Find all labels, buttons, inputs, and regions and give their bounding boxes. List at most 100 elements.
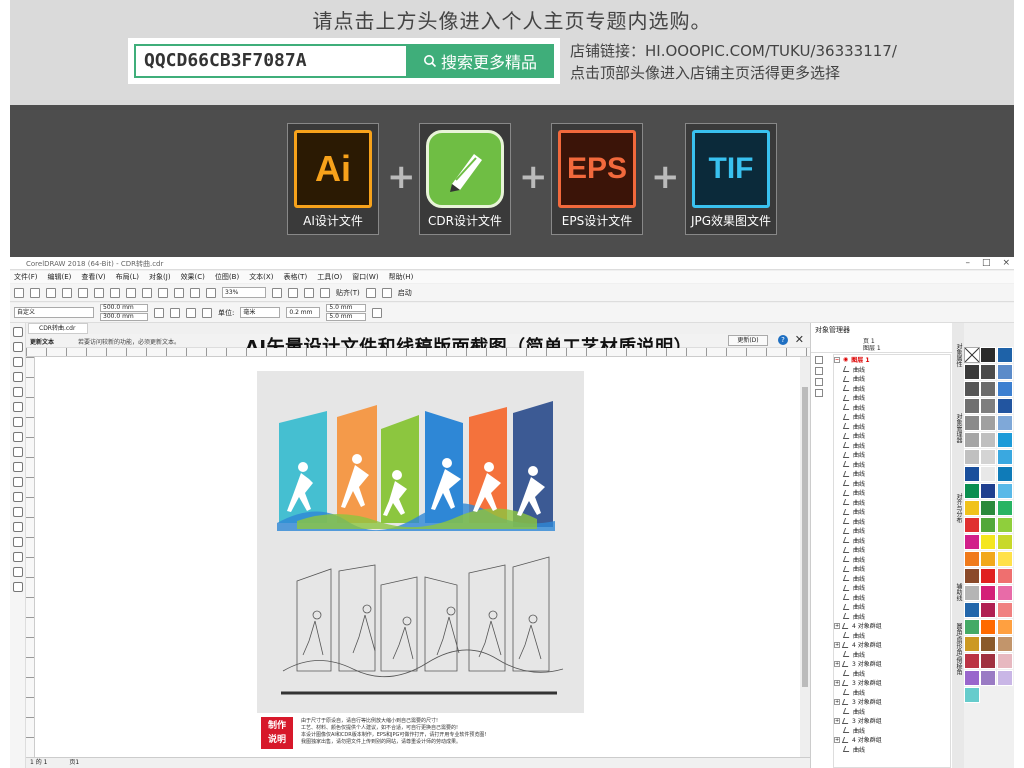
- eyedropper-icon[interactable]: [13, 537, 23, 547]
- new-master-layer-icon[interactable]: [815, 378, 823, 386]
- color-swatch[interactable]: [964, 619, 980, 635]
- maximize-icon[interactable]: □: [982, 258, 991, 268]
- color-swatch[interactable]: [964, 687, 980, 703]
- pick-tool-icon[interactable]: [13, 327, 23, 337]
- menu-item[interactable]: 效果(C): [181, 272, 205, 282]
- color-swatch[interactable]: [980, 483, 996, 499]
- curve-row[interactable]: 曲线: [834, 479, 950, 489]
- curve-row[interactable]: 曲线: [834, 374, 950, 384]
- curve-row[interactable]: 曲线: [834, 412, 950, 422]
- undo-icon[interactable]: [126, 287, 136, 298]
- curve-row[interactable]: 曲线: [834, 688, 950, 698]
- duplicate-x-field[interactable]: 5.0 mm: [326, 304, 367, 312]
- expand-icon[interactable]: +: [834, 622, 840, 629]
- color-swatch[interactable]: [964, 364, 980, 380]
- color-swatch[interactable]: [980, 500, 996, 516]
- color-swatch[interactable]: [997, 585, 1013, 601]
- curve-row[interactable]: 曲线: [834, 526, 950, 536]
- curve-row[interactable]: 曲线: [834, 707, 950, 717]
- nudge-distance-field[interactable]: 0.2 mm: [286, 307, 321, 318]
- curve-row[interactable]: 曲线: [834, 564, 950, 574]
- rulers-icon[interactable]: [288, 287, 298, 298]
- menu-item[interactable]: 文本(X): [249, 272, 273, 282]
- page-width-field[interactable]: 500.0 mm: [100, 304, 148, 312]
- eye-icon[interactable]: ◉: [843, 356, 848, 363]
- ellipse-tool-icon[interactable]: [13, 432, 23, 442]
- layer-row[interactable]: − ◉ 图层 1: [834, 355, 950, 365]
- copy-icon[interactable]: [94, 287, 104, 298]
- color-swatch[interactable]: [964, 551, 980, 567]
- polygon-tool-icon[interactable]: [13, 447, 23, 457]
- curve-row[interactable]: 曲线: [834, 365, 950, 375]
- group-row[interactable]: +4 对象群组: [834, 640, 950, 650]
- group-row[interactable]: +3 对象群组: [834, 697, 950, 707]
- color-swatch[interactable]: [964, 466, 980, 482]
- color-swatch[interactable]: [997, 534, 1013, 550]
- menu-item[interactable]: 编辑(E): [48, 272, 72, 282]
- curve-row[interactable]: 曲线: [834, 431, 950, 441]
- redo-icon[interactable]: [142, 287, 152, 298]
- transparency-icon[interactable]: [13, 522, 23, 532]
- expand-icon[interactable]: +: [834, 736, 840, 743]
- menu-item[interactable]: 帮助(H): [389, 272, 414, 282]
- options-icon[interactable]: [365, 287, 376, 298]
- artistic-media-icon[interactable]: [13, 402, 23, 412]
- search-content-icon[interactable]: [158, 287, 168, 298]
- color-swatch[interactable]: [997, 449, 1013, 465]
- curve-row[interactable]: 曲线: [834, 460, 950, 470]
- color-swatch[interactable]: [997, 517, 1013, 533]
- color-swatch[interactable]: [980, 619, 996, 635]
- color-swatch[interactable]: [964, 534, 980, 550]
- object-tree[interactable]: − ◉ 图层 1 曲线 曲线 曲线 曲线 曲线 曲线 曲线 曲线 曲线 曲线 曲线 曲线 曲线 曲线 曲线曲…: [833, 354, 951, 768]
- expand-icon[interactable]: +: [834, 641, 840, 648]
- curve-row[interactable]: 曲线: [834, 669, 950, 679]
- color-swatch[interactable]: [980, 585, 996, 601]
- color-swatch[interactable]: [964, 381, 980, 397]
- color-swatch[interactable]: [964, 415, 980, 431]
- parallel-dimension-icon[interactable]: [13, 477, 23, 487]
- zoom-level-select[interactable]: 33%: [222, 287, 266, 298]
- curve-row[interactable]: 曲线: [834, 441, 950, 451]
- paste-icon[interactable]: [110, 287, 120, 298]
- expand-icon[interactable]: +: [834, 698, 840, 705]
- canvas-scrollbar[interactable]: [800, 357, 810, 757]
- page-navigator[interactable]: 1 的 1: [30, 759, 47, 766]
- color-swatch[interactable]: [964, 636, 980, 652]
- docker-tab[interactable]: 辅助线: [953, 583, 963, 601]
- curve-row[interactable]: 曲线: [834, 498, 950, 508]
- color-swatch[interactable]: [997, 347, 1013, 363]
- layer-options-icon[interactable]: [815, 356, 823, 364]
- color-swatch[interactable]: [980, 449, 996, 465]
- color-swatch[interactable]: [997, 653, 1013, 669]
- snap-to-menu[interactable]: 贴齐(T): [336, 288, 360, 298]
- color-swatch[interactable]: [980, 636, 996, 652]
- curve-row[interactable]: 曲线: [834, 403, 950, 413]
- color-swatch[interactable]: [997, 432, 1013, 448]
- color-swatch[interactable]: [964, 483, 980, 499]
- color-swatch[interactable]: [997, 415, 1013, 431]
- color-swatch[interactable]: [997, 500, 1013, 516]
- curve-row[interactable]: 曲线: [834, 536, 950, 546]
- pdf-icon[interactable]: [206, 287, 216, 298]
- curve-row[interactable]: 曲线: [834, 393, 950, 403]
- grid-icon[interactable]: [304, 287, 314, 298]
- color-swatch[interactable]: [964, 568, 980, 584]
- export-icon[interactable]: [190, 287, 200, 298]
- group-row[interactable]: +3 对象群组: [834, 716, 950, 726]
- text-tool-icon[interactable]: [13, 462, 23, 472]
- docker-tab[interactable]: 圆角/扇形角/倒棱角: [953, 623, 963, 675]
- color-swatch[interactable]: [997, 483, 1013, 499]
- color-swatch[interactable]: [980, 415, 996, 431]
- update-button[interactable]: 更新(D): [728, 335, 768, 346]
- color-swatch[interactable]: [964, 602, 980, 618]
- smart-fill-icon[interactable]: [13, 567, 23, 577]
- interactive-fill-icon[interactable]: [13, 552, 23, 562]
- search-more-button[interactable]: 搜索更多精品: [406, 44, 554, 78]
- curve-row[interactable]: 曲线: [834, 450, 950, 460]
- docker-tab[interactable]: 对齐与分布: [953, 493, 963, 523]
- code-field[interactable]: QQCD66CB3F7087A 搜索更多精品: [134, 44, 554, 78]
- curve-row[interactable]: 曲线: [834, 631, 950, 641]
- color-swatch[interactable]: [964, 517, 980, 533]
- color-swatch[interactable]: [964, 432, 980, 448]
- curve-row[interactable]: 曲线: [834, 583, 950, 593]
